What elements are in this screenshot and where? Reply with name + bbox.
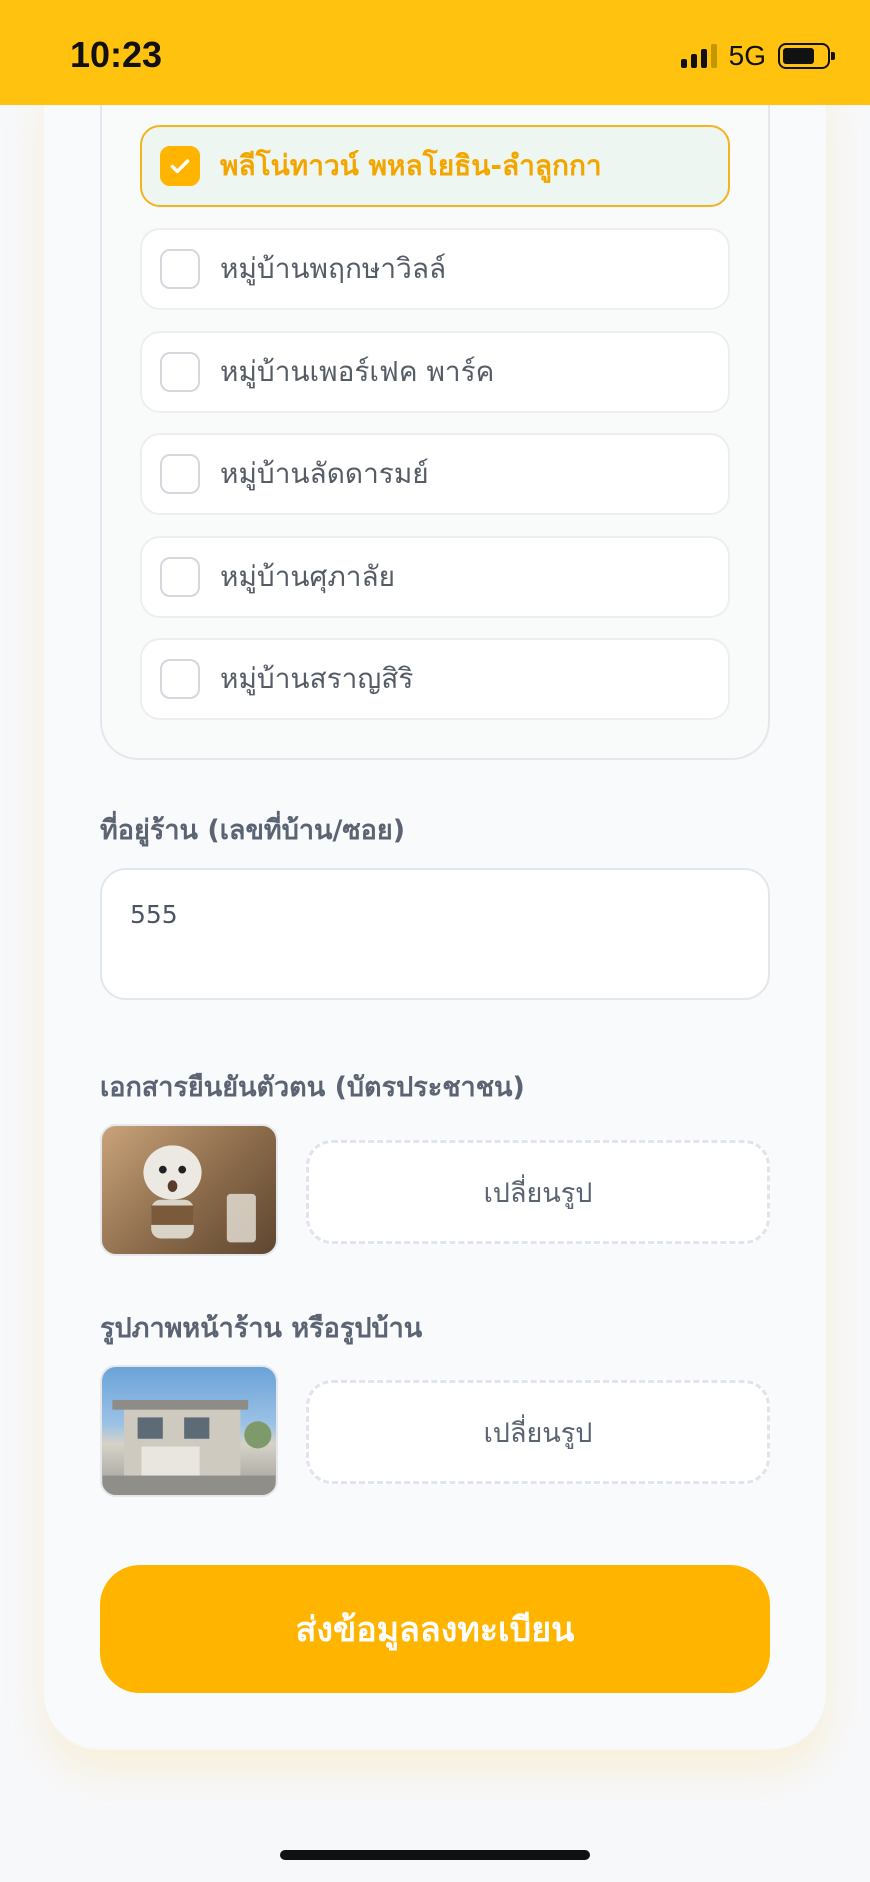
- address-input[interactable]: 555: [100, 868, 770, 1000]
- checkbox-icon[interactable]: [160, 249, 200, 289]
- id-document-label: เอกสารยืนยันตัวตน (บัตรประชาชน): [100, 1072, 525, 1103]
- status-indicators: 5G: [680, 40, 835, 72]
- village-option-label: หมู่บ้านสราญสิริ: [220, 662, 414, 695]
- village-option-label: หมู่บ้านศุภาลัย: [220, 560, 396, 593]
- shop-photo-thumbnail[interactable]: [100, 1365, 278, 1497]
- address-value: 555: [130, 900, 178, 929]
- village-option-0[interactable]: พลีโน่ทาวน์ พหลโยธิน-ลำลูกกา: [140, 125, 730, 207]
- village-option-label: หมู่บ้านเพอร์เฟค พาร์ค: [220, 355, 495, 388]
- id-document-thumbnail[interactable]: [100, 1124, 278, 1256]
- checkbox-checked-icon[interactable]: [160, 146, 200, 186]
- id-photo-image: [143, 1145, 256, 1243]
- village-option-2[interactable]: หมู่บ้านเพอร์เฟค พาร์ค: [140, 331, 730, 413]
- submit-registration-button[interactable]: ส่งข้อมูลลงทะเบียน: [100, 1565, 770, 1693]
- home-indicator: [280, 1850, 590, 1860]
- checkbox-icon[interactable]: [160, 557, 200, 597]
- change-shop-photo-button[interactable]: เปลี่ยนรูป: [306, 1380, 770, 1484]
- village-option-3[interactable]: หมู่บ้านลัดดารมย์: [140, 433, 730, 515]
- checkbox-icon[interactable]: [160, 352, 200, 392]
- village-option-4[interactable]: หมู่บ้านศุภาลัย: [140, 536, 730, 618]
- address-label: ที่อยู่ร้าน (เลขที่บ้าน/ซอย): [100, 815, 406, 846]
- status-bar: 10:23 5G: [0, 0, 870, 105]
- network-label: 5G: [728, 40, 766, 71]
- battery-icon: [778, 43, 835, 69]
- signal-icon: [680, 44, 717, 68]
- change-id-photo-button[interactable]: เปลี่ยนรูป: [306, 1140, 770, 1244]
- checkbox-icon[interactable]: [160, 454, 200, 494]
- village-option-label: หมู่บ้านพฤกษาวิลล์: [220, 252, 447, 285]
- shop-photo-label: รูปภาพหน้าร้าน หรือรูปบ้าน: [100, 1313, 423, 1344]
- village-option-1[interactable]: หมู่บ้านพฤกษาวิลล์: [140, 228, 730, 310]
- house-photo-image: [102, 1399, 276, 1495]
- village-option-label: หมู่บ้านลัดดารมย์: [220, 457, 429, 490]
- village-option-5[interactable]: หมู่บ้านสราญสิริ: [140, 638, 730, 720]
- village-option-label: พลีโน่ทาวน์ พหลโยธิน-ลำลูกกา: [220, 149, 602, 182]
- status-time: 10:23: [70, 34, 163, 75]
- checkbox-icon[interactable]: [160, 659, 200, 699]
